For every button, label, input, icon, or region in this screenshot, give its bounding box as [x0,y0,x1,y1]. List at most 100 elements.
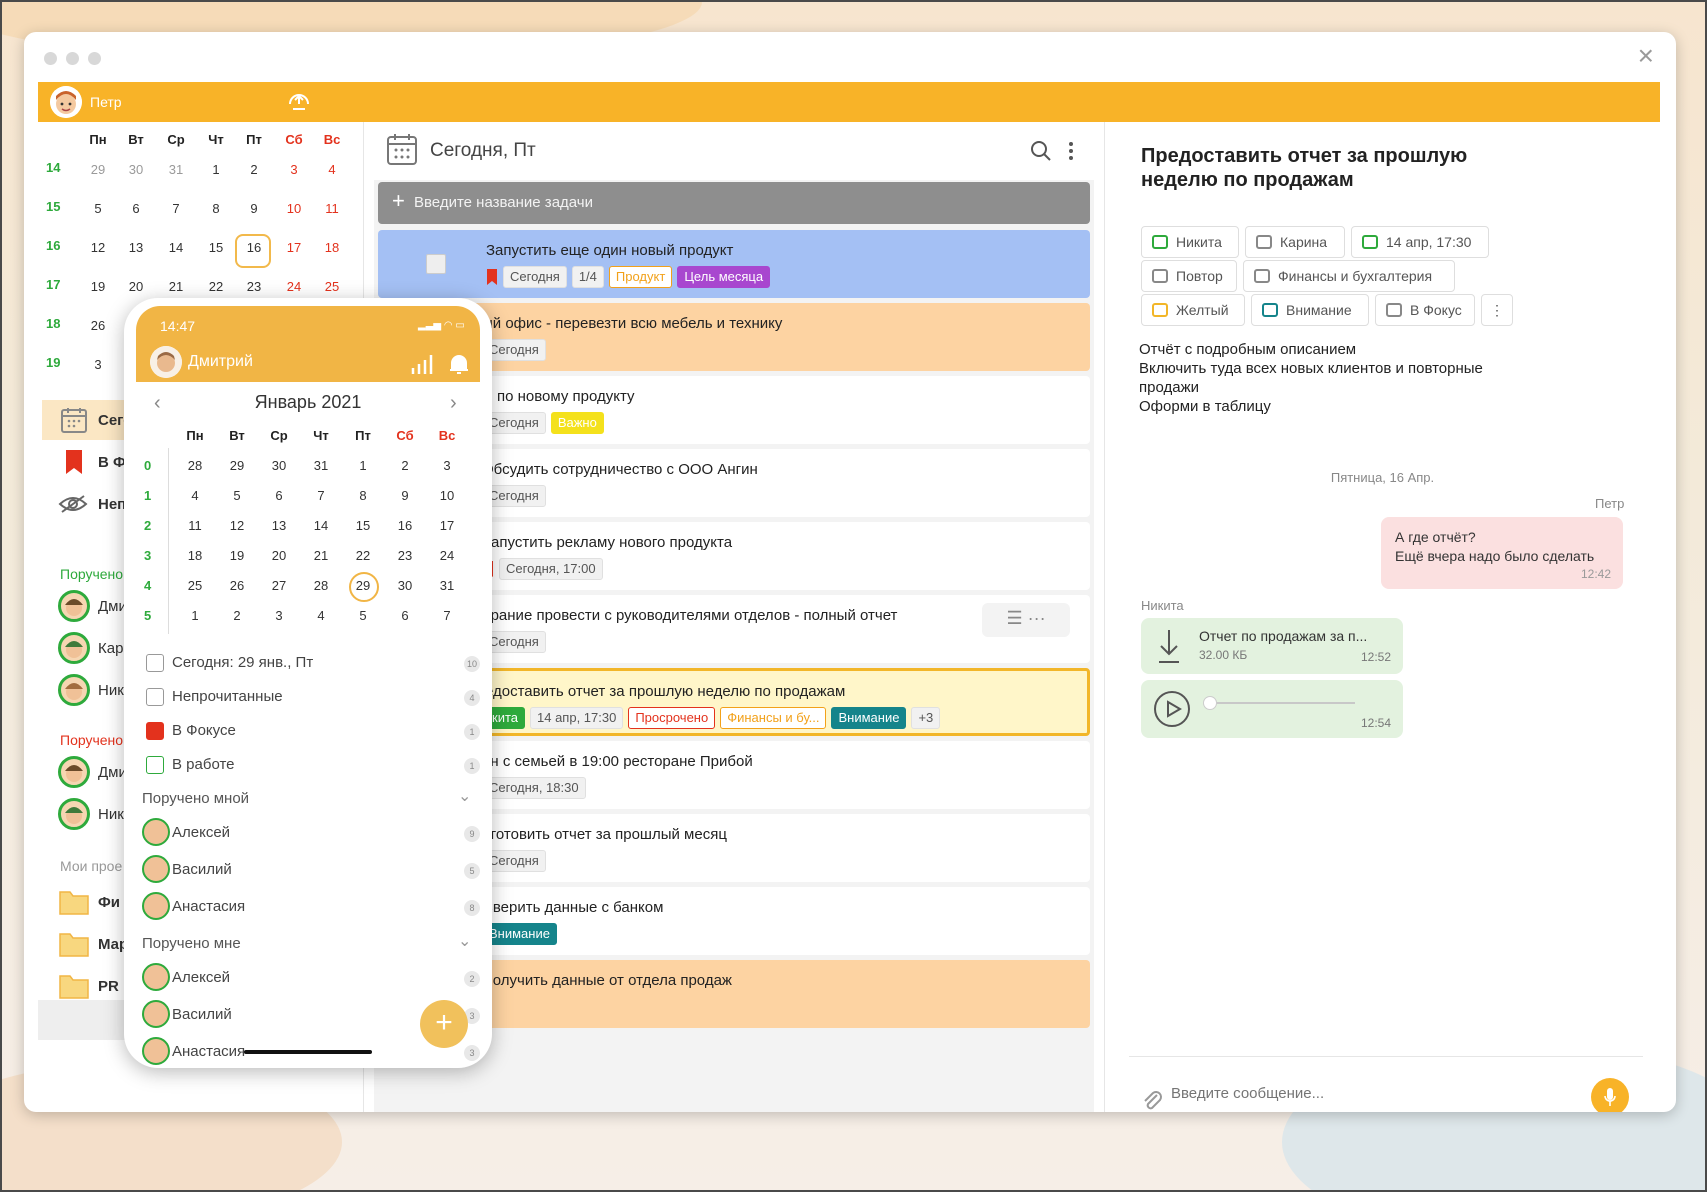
task-title[interactable]: Запустить еще один новый продукт [486,242,733,259]
calendar-day[interactable]: 4 [312,162,352,177]
task-tag[interactable]: Сегодня [503,266,567,288]
task-title[interactable]: ы по новому продукту [482,388,635,405]
mobile-user-name[interactable]: Дмитрий [188,353,253,371]
bell-icon[interactable] [448,352,470,376]
calendar-day[interactable]: 12 [78,240,118,255]
chevron-down-icon[interactable]: ⌄ [458,786,471,806]
calendar-day[interactable]: 3 [274,162,314,177]
calendar-day[interactable]: 4 [178,488,212,503]
calendar-day[interactable]: 26 [220,578,254,593]
mobile-section-heading[interactable]: Поручено мне [142,935,241,952]
calendar-day[interactable]: 4 [304,608,338,623]
calendar-day[interactable]: 7 [156,201,196,216]
calendar-day[interactable]: 1 [178,608,212,623]
task-description[interactable]: Отчёт с подробным описанием Включить туд… [1139,340,1559,416]
window-minimize-dot[interactable] [66,52,79,65]
calendar-day[interactable]: 11 [312,201,352,216]
task-tag[interactable]: 14 апр, 17:30 [530,707,624,729]
calendar-day[interactable]: 12 [220,518,254,533]
task-title[interactable]: брание провести с руководителями отделов… [482,607,897,624]
calendar-day[interactable]: 1 [196,162,236,177]
mobile-filter-row[interactable]: В Фокусе 1 [142,716,484,746]
calendar-day[interactable]: 23 [388,548,422,563]
calendar-day[interactable]: 15 [196,240,236,255]
more-properties-button[interactable]: ⋮ [1481,294,1513,326]
calendar-day[interactable]: 30 [388,578,422,593]
mobile-person-row[interactable]: Василий 5 [142,855,484,885]
mobile-section-heading[interactable]: Поручено мной [142,790,249,807]
audio-message[interactable]: 12:54 [1141,680,1403,738]
calendar-day[interactable]: 5 [78,201,118,216]
calendar-day[interactable]: 23 [234,279,274,294]
task-title[interactable]: едоставить отчет за прошлую неделю по пр… [485,683,845,700]
calendar-day[interactable]: 18 [178,548,212,563]
calendar-day[interactable]: 11 [178,518,212,533]
stats-icon[interactable] [410,352,434,376]
calendar-day[interactable]: 9 [388,488,422,503]
download-icon[interactable] [1157,628,1181,664]
task-tag[interactable]: Важно [550,412,604,434]
task-checkbox[interactable] [426,254,446,274]
calendar-day[interactable]: 18 [312,240,352,255]
calendar-day[interactable]: 31 [156,162,196,177]
task-tag[interactable]: Внимание [831,707,907,729]
task-title[interactable]: ый офис - перевезти всю мебель и технику [482,315,782,332]
more-vertical-icon[interactable] [1068,140,1074,162]
task-title[interactable]: Сверить данные с банком [482,899,663,916]
calendar-day[interactable]: 16 [388,518,422,533]
calendar-day[interactable]: 29 [220,458,254,473]
calendar-day[interactable]: 30 [116,162,156,177]
task-title[interactable]: дготовить отчет за прошлый месяц [482,826,727,843]
calendar-day[interactable]: 5 [220,488,254,503]
property-chip-people[interactable]: Карина [1245,226,1345,258]
file-attachment-message[interactable]: Отчет по продажам за п... 32.00 КБ 12:52 [1141,618,1403,674]
property-chip-tag[interactable]: Внимание [1251,294,1369,326]
property-chip-bookmark[interactable]: В Фокус [1375,294,1475,326]
chevron-down-icon[interactable]: ⌄ [458,931,471,951]
add-task-button[interactable]: + [420,1000,468,1048]
property-chip-calendar[interactable]: 14 апр, 17:30 [1351,226,1489,258]
calendar-day[interactable]: 2 [234,162,274,177]
task-tag[interactable]: Финансы и бу... [720,707,827,729]
mobile-person-row[interactable]: Анастасия 8 [142,892,484,922]
calendar-day[interactable]: 25 [312,279,352,294]
calendar-day[interactable]: 19 [78,279,118,294]
task-title[interactable]: Получить данные от отдела продаж [482,972,732,989]
message-input[interactable] [1171,1078,1511,1108]
calendar-day[interactable]: 3 [262,608,296,623]
calendar-day[interactable]: 17 [430,518,464,533]
chevron-right-icon[interactable]: › [450,392,457,415]
task-tag[interactable]: Продукт [608,266,673,288]
calendar-day[interactable]: 6 [116,201,156,216]
calendar-day[interactable]: 20 [262,548,296,563]
calendar-day[interactable]: 20 [116,279,156,294]
mobile-person-row[interactable]: Алексей 2 [142,963,484,993]
mobile-filter-row[interactable]: Сегодня: 29 янв., Пт 10 [142,648,484,678]
calendar-day[interactable]: 9 [234,201,274,216]
calendar-day[interactable]: 6 [262,488,296,503]
calendar-day[interactable]: 25 [178,578,212,593]
task-row[interactable]: Запустить еще один новый продукт Сегодня 1… [378,230,1090,298]
avatar[interactable] [150,346,182,378]
calendar-day[interactable]: 30 [262,458,296,473]
calendar-day[interactable]: 29 [78,162,118,177]
audio-progress-track[interactable] [1209,702,1355,704]
mobile-person-row[interactable]: Алексей 9 [142,818,484,848]
calendar-day[interactable]: 27 [262,578,296,593]
search-icon[interactable] [1030,140,1052,162]
calendar-day[interactable]: 10 [430,488,464,503]
user-name[interactable]: Петр [90,94,122,110]
message-bubble[interactable]: А где отчёт? Ещё вчера надо было сделать… [1381,517,1623,589]
mobile-filter-row[interactable]: В работе 1 [142,750,484,780]
audio-scrubber[interactable] [1203,696,1217,710]
calendar-day[interactable]: 10 [274,201,314,216]
calendar-day[interactable]: 7 [430,608,464,623]
task-tag[interactable]: Цель месяца [677,266,771,288]
calendar-day[interactable]: 14 [304,518,338,533]
calendar-day[interactable]: 5 [346,608,380,623]
property-chip-folder[interactable]: Финансы и бухгалтерия [1243,260,1455,292]
avatar[interactable] [50,86,82,118]
sync-icon[interactable] [286,88,312,114]
window-zoom-dot[interactable] [88,52,101,65]
calendar-day[interactable]: 8 [196,201,236,216]
